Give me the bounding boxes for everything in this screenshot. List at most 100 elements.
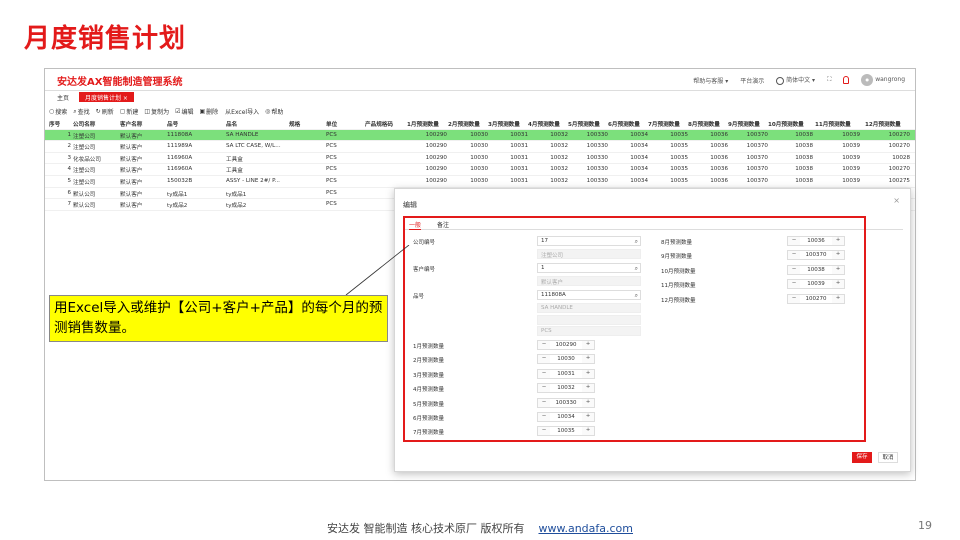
footer-link[interactable]: www.andafa.com — [538, 522, 633, 535]
minus-icon[interactable]: − — [538, 398, 550, 407]
toolbar-button-2[interactable]: ↻ 刷新 — [96, 107, 114, 116]
user-menu[interactable]: ● wangrong — [861, 74, 905, 86]
customer-input[interactable]: 1 ⌕ — [537, 263, 641, 273]
toolbar-button-5[interactable]: ☑ 编辑 — [175, 107, 193, 116]
toolbar-button-3[interactable]: ▢ 新建 — [120, 107, 139, 116]
plus-icon[interactable]: + — [582, 384, 594, 393]
table-row[interactable]: 2 注塑公司 默认客户 111989A SA LTC CASE, W/L... PCS 10… — [45, 141, 915, 153]
minus-icon[interactable]: − — [788, 251, 800, 260]
toolbar-label-8: 帮助 — [271, 109, 284, 116]
tab-home[interactable]: 主页 — [51, 92, 75, 102]
table-row[interactable]: 1 注塑公司 默认客户 111808A SA HANDLE PCS 100290 10030 1… — [45, 129, 915, 142]
quantity-stepper[interactable]: −10031 + — [537, 368, 595, 379]
minus-icon[interactable]: − — [788, 237, 800, 245]
minus-icon[interactable]: − — [538, 384, 550, 393]
quantity-stepper[interactable]: −10034 + — [537, 412, 595, 422]
minus-icon[interactable]: − — [538, 369, 550, 378]
bell-icon[interactable] — [843, 76, 850, 84]
quantity-stepper[interactable]: −10038 + — [787, 264, 845, 275]
company-input[interactable]: 17 ⌕ — [537, 236, 641, 246]
toolbar-button-4[interactable]: ◫ 复制为 — [144, 107, 169, 116]
tab-monthly-sales-plan[interactable]: 月度销售计划 × — [79, 92, 134, 102]
expand-icon[interactable]: ⛶ — [827, 76, 831, 84]
table-cell: ty成品2 — [226, 203, 247, 210]
table-cell: 1 — [67, 131, 71, 138]
save-button[interactable]: 保存 — [852, 452, 872, 463]
plus-icon[interactable]: + — [832, 280, 844, 289]
table-cell: 100330 — [586, 166, 608, 173]
quantity-value[interactable]: 100370 — [800, 251, 832, 259]
table-row[interactable]: 3 化妆品公司 默认客户 116960A 工具盒 PCS 100290 10030 10031 1… — [45, 153, 915, 165]
plus-icon[interactable]: + — [582, 398, 594, 407]
quantity-stepper[interactable]: −10032 + — [537, 383, 595, 394]
quantity-value[interactable]: 10032 — [550, 384, 582, 392]
table-cell: 注塑公司 — [73, 179, 96, 186]
platform-demo-link[interactable]: 平台演示 — [740, 76, 764, 85]
minus-icon[interactable]: − — [538, 355, 550, 364]
plus-icon[interactable]: + — [582, 341, 594, 349]
plus-icon[interactable]: + — [582, 369, 594, 378]
close-icon[interactable]: × — [893, 196, 900, 205]
quantity-value[interactable]: 10038 — [800, 266, 832, 274]
minus-icon[interactable]: − — [538, 341, 550, 349]
table-cell: 10039 — [842, 154, 860, 161]
quantity-stepper[interactable]: −10030 + — [537, 354, 595, 365]
help-menu[interactable]: 帮助与客服 ▾ — [693, 76, 728, 85]
column-header: 公司名称 — [73, 122, 96, 128]
plus-icon[interactable]: + — [832, 237, 844, 245]
quantity-stepper[interactable]: −100330 + — [537, 397, 595, 408]
quantity-value[interactable]: 10034 — [550, 413, 582, 421]
plus-icon[interactable]: + — [832, 251, 844, 260]
minus-icon[interactable]: − — [788, 294, 800, 303]
quantity-stepper[interactable]: −10036 + — [787, 236, 845, 246]
column-header: 单位 — [326, 122, 338, 128]
table-row[interactable]: 5 注塑公司 默认客户 150032B ASSY - LINE 2#/ P... PCS 1… — [45, 176, 915, 188]
table-cell: 默认客户 — [120, 203, 143, 210]
quantity-value[interactable]: 10031 — [550, 370, 582, 378]
minus-icon[interactable]: − — [788, 265, 800, 274]
search-icon[interactable]: ⌕ — [635, 292, 638, 300]
search-icon[interactable]: ⌕ — [635, 265, 638, 273]
plus-icon[interactable]: + — [582, 427, 594, 436]
minus-icon[interactable]: − — [538, 427, 550, 436]
minus-icon[interactable]: − — [788, 280, 800, 289]
table-row[interactable]: 4 注塑公司 默认客户 116960A 工具盒 PCS 100290 10030 10031 10… — [45, 164, 915, 176]
table-cell: 10039 — [842, 131, 860, 138]
plus-icon[interactable]: + — [582, 355, 594, 364]
toolbar-button-7[interactable]: 从Excel导入 — [224, 107, 259, 116]
quantity-value[interactable]: 100290 — [550, 341, 582, 349]
item-input[interactable]: 111808A ⌕ — [537, 290, 641, 300]
quantity-stepper[interactable]: −100290 + — [537, 340, 595, 350]
toolbar-button-8[interactable]: ◎ 帮助 — [265, 107, 283, 116]
language-select[interactable]: 简体中文 ▾ — [776, 75, 815, 85]
company-name-field: 注塑公司 — [537, 249, 641, 259]
toolbar-button-0[interactable]: ○ 搜索 — [49, 107, 67, 116]
callout-note: 用Excel导入或维护【公司+客户+产品】的每个月的预测销售数量。 — [49, 295, 388, 342]
quantity-value[interactable]: 10035 — [550, 427, 582, 435]
quantity-stepper[interactable]: −10035 + — [537, 426, 595, 437]
plus-icon[interactable]: + — [832, 294, 844, 303]
quantity-stepper[interactable]: −10039 + — [787, 279, 845, 290]
month-label: 11月预测数量 — [661, 283, 696, 290]
quantity-stepper[interactable]: −100370 + — [787, 250, 845, 261]
table-cell: 100370 — [746, 143, 768, 150]
minus-icon[interactable]: − — [538, 413, 550, 421]
quantity-value[interactable]: 10036 — [800, 237, 832, 245]
quantity-value[interactable]: 100330 — [550, 399, 582, 407]
table-cell: 10034 — [630, 166, 648, 173]
header-actions: 帮助与客服 ▾ 平台演示 简体中文 ▾ ⛶ ● wangrong — [693, 74, 905, 86]
quantity-stepper[interactable]: −100270 + — [787, 293, 845, 304]
item-spec-field — [537, 315, 641, 325]
cancel-button[interactable]: 取消 — [878, 452, 898, 463]
quantity-value[interactable]: 10039 — [800, 280, 832, 288]
toolbar-button-1[interactable]: ⌕ 查找 — [73, 107, 89, 117]
table-cell: 100370 — [746, 154, 768, 161]
plus-icon[interactable]: + — [582, 413, 594, 421]
quantity-value[interactable]: 10030 — [550, 355, 582, 363]
table-cell: 100290 — [425, 166, 447, 173]
toolbar-button-6[interactable]: ▣ 删除 — [199, 107, 218, 116]
quantity-value[interactable]: 100270 — [800, 295, 832, 303]
search-icon[interactable]: ⌕ — [635, 238, 638, 246]
plus-icon[interactable]: + — [832, 265, 844, 274]
table-cell: 10038 — [795, 131, 813, 138]
